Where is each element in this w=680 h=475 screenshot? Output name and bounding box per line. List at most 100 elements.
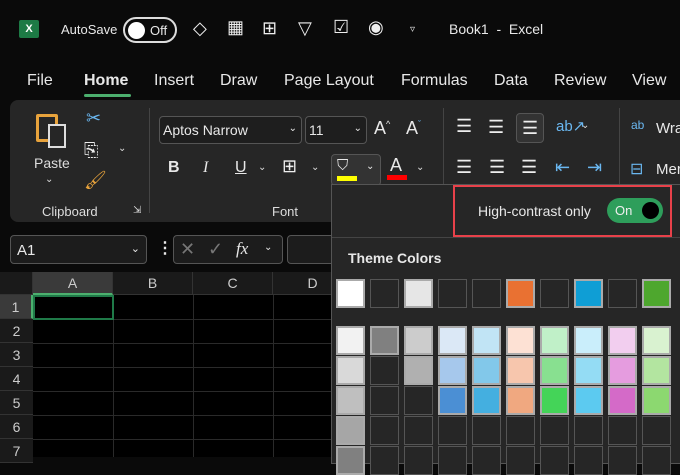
table-icon[interactable]: ▦: [227, 17, 244, 38]
color-swatch[interactable]: [370, 416, 399, 445]
font-name-dropdown[interactable]: Aptos Narrow ⌄: [159, 116, 302, 144]
wrap-text-label[interactable]: Wra: [656, 120, 680, 137]
copy-chevron-icon[interactable]: ⌄: [118, 143, 126, 154]
fill-color-button[interactable]: ⛉ ⌄: [331, 154, 381, 186]
select-all-corner[interactable]: [0, 272, 33, 295]
cancel-icon[interactable]: ✕: [180, 239, 195, 260]
color-swatch[interactable]: [540, 386, 569, 415]
tab-file[interactable]: File: [27, 72, 53, 90]
clipboard-launcher-icon[interactable]: ⇲: [133, 205, 141, 216]
color-swatch[interactable]: [370, 356, 399, 385]
color-swatch[interactable]: [574, 416, 603, 445]
color-swatch[interactable]: [438, 386, 467, 415]
decrease-font-size-icon[interactable]: Aˇ: [406, 118, 421, 139]
color-swatch[interactable]: [574, 386, 603, 415]
color-swatch[interactable]: [438, 279, 467, 308]
font-size-dropdown[interactable]: 11 ⌄: [305, 116, 367, 144]
selected-cell-a1[interactable]: [33, 295, 114, 320]
color-swatch[interactable]: [438, 416, 467, 445]
merge-icon[interactable]: ⊟: [630, 159, 643, 179]
tab-page-layout[interactable]: Page Layout: [284, 72, 374, 90]
tab-data[interactable]: Data: [494, 72, 528, 90]
underline-chevron-icon[interactable]: ⌄: [258, 162, 266, 173]
color-swatch[interactable]: [506, 416, 535, 445]
color-swatch[interactable]: [540, 446, 569, 475]
name-box[interactable]: A1 ⌄: [10, 235, 147, 264]
color-swatch[interactable]: [438, 356, 467, 385]
color-swatch[interactable]: [472, 326, 501, 355]
color-swatch[interactable]: [506, 279, 535, 308]
align-left-icon[interactable]: ☰: [456, 157, 472, 178]
row-header-1[interactable]: 1: [0, 295, 33, 319]
color-swatch[interactable]: [608, 446, 637, 475]
high-contrast-toggle[interactable]: On: [607, 198, 663, 223]
color-swatch[interactable]: [336, 279, 365, 308]
color-swatch[interactable]: [472, 356, 501, 385]
color-swatch[interactable]: [336, 446, 365, 475]
tab-insert[interactable]: Insert: [154, 72, 194, 90]
radio-icon[interactable]: ◉: [368, 17, 384, 38]
customize-toolbar-icon[interactable]: ▿: [410, 24, 415, 35]
row-header-4[interactable]: 4: [0, 367, 33, 391]
font-color-button[interactable]: A: [390, 155, 402, 176]
align-bottom-button[interactable]: ☰: [516, 113, 544, 143]
font-color-chevron-icon[interactable]: ⌄: [416, 162, 424, 173]
color-swatch[interactable]: [370, 279, 399, 308]
format-painter-icon[interactable]: 🖌: [84, 170, 107, 191]
color-swatch[interactable]: [404, 386, 433, 415]
cut-icon[interactable]: ✂: [86, 108, 101, 129]
filter-icon[interactable]: ▽: [298, 18, 312, 39]
checkbox-icon[interactable]: ☑: [333, 17, 349, 38]
insert-function-button[interactable]: fx: [236, 239, 248, 259]
color-swatch[interactable]: [336, 326, 365, 355]
color-swatch[interactable]: [370, 326, 399, 355]
bold-button[interactable]: B: [168, 159, 180, 177]
column-header-c[interactable]: C: [193, 272, 273, 295]
tab-review[interactable]: Review: [554, 72, 606, 90]
color-swatch[interactable]: [574, 446, 603, 475]
copy-icon[interactable]: ⎘: [84, 140, 98, 161]
color-swatch[interactable]: [540, 326, 569, 355]
orientation-chevron-icon[interactable]: ⌄: [581, 120, 589, 131]
row-header-5[interactable]: 5: [0, 391, 33, 415]
color-swatch[interactable]: [608, 416, 637, 445]
color-swatch[interactable]: [404, 416, 433, 445]
color-swatch[interactable]: [608, 326, 637, 355]
color-swatch[interactable]: [472, 446, 501, 475]
color-swatch[interactable]: [574, 326, 603, 355]
color-swatch[interactable]: [642, 446, 671, 475]
row-header-3[interactable]: 3: [0, 343, 33, 367]
color-swatch[interactable]: [438, 446, 467, 475]
color-swatch[interactable]: [404, 279, 433, 308]
color-swatch[interactable]: [404, 326, 433, 355]
wrap-text-icon[interactable]: ab: [631, 118, 644, 132]
color-swatch[interactable]: [472, 279, 501, 308]
color-swatch[interactable]: [642, 416, 671, 445]
color-swatch[interactable]: [336, 386, 365, 415]
merge-label[interactable]: Mer: [656, 161, 680, 178]
align-right-icon[interactable]: ☰: [521, 157, 537, 178]
row-header-2[interactable]: 2: [0, 319, 33, 343]
align-top-icon[interactable]: ☰: [456, 116, 472, 137]
color-swatch[interactable]: [540, 279, 569, 308]
eraser-icon[interactable]: ◇: [193, 18, 207, 39]
borders-chevron-icon[interactable]: ⌄: [311, 162, 319, 173]
color-swatch[interactable]: [574, 356, 603, 385]
tab-home[interactable]: Home: [84, 72, 128, 90]
color-swatch[interactable]: [642, 326, 671, 355]
column-header-a[interactable]: A: [33, 272, 113, 295]
align-center-icon[interactable]: ☰: [489, 157, 505, 178]
color-swatch[interactable]: [370, 446, 399, 475]
increase-font-size-icon[interactable]: A^: [374, 118, 390, 139]
tab-draw[interactable]: Draw: [220, 72, 257, 90]
color-swatch[interactable]: [608, 386, 637, 415]
borders-icon[interactable]: ⊞: [282, 156, 297, 177]
color-swatch[interactable]: [336, 416, 365, 445]
color-swatch[interactable]: [506, 356, 535, 385]
autosave-toggle[interactable]: Off: [123, 17, 177, 43]
decrease-indent-icon[interactable]: ⇤: [555, 157, 570, 178]
italic-button[interactable]: I: [203, 159, 208, 177]
column-header-b[interactable]: B: [113, 272, 193, 295]
color-swatch[interactable]: [608, 356, 637, 385]
color-swatch[interactable]: [336, 356, 365, 385]
